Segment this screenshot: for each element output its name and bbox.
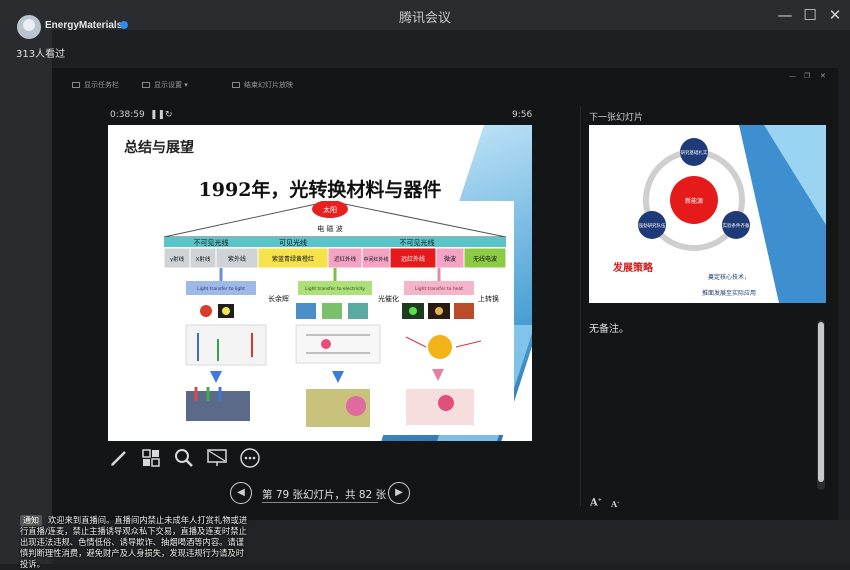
strategy-node-label: 实验条件齐备 (723, 222, 750, 229)
segment-label: 紫外线 (228, 255, 246, 263)
more-dot (244, 456, 248, 460)
presenter-toolbar: 显示任务栏 显示设置 ▾ 结束幻灯片放映 — ❐ ✕ (52, 70, 838, 96)
previous-slide-button[interactable]: ◀ (230, 482, 252, 504)
band-label: 不可见光线 (194, 238, 229, 247)
strategy-line: 推面发展至实际应用 (702, 289, 756, 297)
particle-image (321, 339, 331, 349)
segment-label: 紫蓝青绿黄橙红 (272, 255, 314, 263)
segment-label: 无线电波 (473, 255, 497, 263)
glow-image (222, 307, 230, 315)
toolbar-item-display[interactable]: 显示设置 ▾ (142, 80, 188, 90)
live-notice: 欢迎来到直播间。直播间内禁止未成年人打赏礼物或进行直播/连麦，禁止主播诱导观众私… (20, 515, 248, 569)
pause-icon[interactable]: ❚❚ (150, 110, 165, 120)
all-slides-icon[interactable] (140, 447, 162, 469)
segment-label: γ射线 (170, 255, 185, 263)
slide-counter[interactable]: 第 79 张幻灯片，共 82 张 (262, 487, 386, 502)
catalyst-image (322, 303, 342, 319)
em-wave-label: 电 磁 波 (317, 224, 342, 233)
font-decrease-button[interactable]: A- (611, 499, 619, 509)
strategy-diagram: 新能源 研究基础扎实 强劲研究队伍 实验条件齐备 发展策略 奠定核心技术， 推面… (612, 125, 826, 303)
upconversion-image (435, 307, 443, 315)
nanoparticle-image (428, 335, 452, 359)
band-gap-diagram (295, 324, 381, 364)
grid-cell (142, 449, 151, 458)
spectrum-diagram: 太阳 电 磁 波 不可见光线 可见光线 不可见光线 γ射线 X射线 紫外线 紫蓝… (156, 201, 514, 435)
segment-label: 微波 (444, 255, 456, 263)
minimize-share-icon[interactable]: — (789, 72, 796, 80)
zoom-handle (185, 459, 193, 467)
upconversion-image (409, 307, 417, 315)
notice-tag: 通知 (20, 515, 42, 526)
photocatalysis-image (346, 396, 366, 416)
account-name[interactable]: EnergyMaterials (45, 20, 122, 31)
speaker-notes: 无备注。 (589, 324, 629, 335)
more-dot (252, 456, 256, 460)
strategy-line: 奠定核心技术， (708, 273, 750, 281)
strategy-node-label: 研究基础扎实 (681, 149, 708, 156)
next-slide-preview[interactable]: 新能源 研究基础扎实 强劲研究队伍 实验条件齐备 发展策略 奠定核心技术， 推面… (589, 125, 826, 303)
catalyst-image (296, 303, 316, 319)
black-screen-icon[interactable] (206, 447, 228, 469)
toolbar-item-taskbar[interactable]: 显示任务栏 (72, 80, 119, 90)
clock: 9:56 (512, 110, 533, 120)
next-slide-label: 下一张幻灯片 (589, 113, 644, 123)
grid-cell (151, 458, 160, 467)
column-label: 上转换 (478, 294, 499, 303)
screen-slash (208, 450, 226, 462)
segment-label: 远红外线 (401, 255, 425, 263)
verified-badge-icon (120, 21, 128, 29)
more-dot (248, 456, 252, 460)
close-icon[interactable]: ✕ (822, 4, 848, 26)
next-slide-button[interactable]: ▶ (388, 482, 410, 504)
more-options-icon[interactable] (239, 447, 261, 469)
panel-divider (580, 106, 581, 506)
column-label: 光催化 (378, 294, 399, 303)
minimize-icon[interactable]: — (772, 4, 798, 26)
close-share-icon[interactable]: ✕ (820, 72, 826, 80)
segment-label: 中间红外线 (363, 256, 388, 263)
therapy-image (438, 395, 454, 411)
toolbar-item-end-show[interactable]: 结束幻灯片放映 (232, 80, 293, 90)
font-increase-button[interactable]: A+ (590, 497, 602, 508)
zoom-icon[interactable] (173, 447, 195, 469)
catalyst-image (348, 303, 368, 319)
left-panel (0, 30, 52, 564)
slide-counter-underline (262, 502, 378, 503)
band-label: 可见光线 (279, 238, 307, 247)
maximize-icon[interactable]: ☐ (797, 4, 823, 26)
column-title: Light transfer to light (197, 286, 245, 292)
strategy-node-label: 强劲研究队伍 (639, 222, 666, 229)
viewer-count: 313人看过 (16, 49, 66, 60)
notes-scrollbar[interactable] (817, 320, 825, 490)
restore-share-icon[interactable]: ❐ (804, 72, 810, 80)
sun-label: 太阳 (323, 205, 337, 214)
avatar[interactable] (17, 15, 41, 39)
band-label: 不可见光线 (400, 238, 435, 247)
strategy-caption: 发展策略 (612, 261, 654, 274)
current-slide: 总结与展望 1992年，光转换材料与器件 太阳 电 磁 波 不可见光线 可见光线… (108, 125, 532, 441)
slide-heading: 总结与展望 (124, 140, 194, 156)
column-label: 长余辉 (268, 294, 289, 303)
segment-label: 近红外线 (334, 255, 357, 263)
glow-image (200, 305, 212, 317)
grid-cell (152, 450, 159, 457)
elapsed-timer: 0:38:59 (110, 110, 145, 120)
end-show-icon (232, 82, 240, 88)
upconversion-image (454, 303, 474, 319)
column-title: Light transfer to electricity (305, 286, 365, 292)
segment-label: X射线 (196, 255, 211, 263)
taskbar-icon (72, 82, 80, 88)
display-icon (142, 82, 150, 88)
slide-title: 1992年，光转换材料与器件 (198, 179, 442, 201)
notes-scroll-thumb[interactable] (818, 322, 824, 482)
column-title: Light transfer to heat (415, 286, 463, 292)
strategy-center-label: 新能源 (685, 197, 703, 205)
grid-cell (143, 459, 150, 466)
reset-icon[interactable]: ↻ (165, 110, 173, 120)
pen-icon[interactable] (108, 447, 130, 469)
